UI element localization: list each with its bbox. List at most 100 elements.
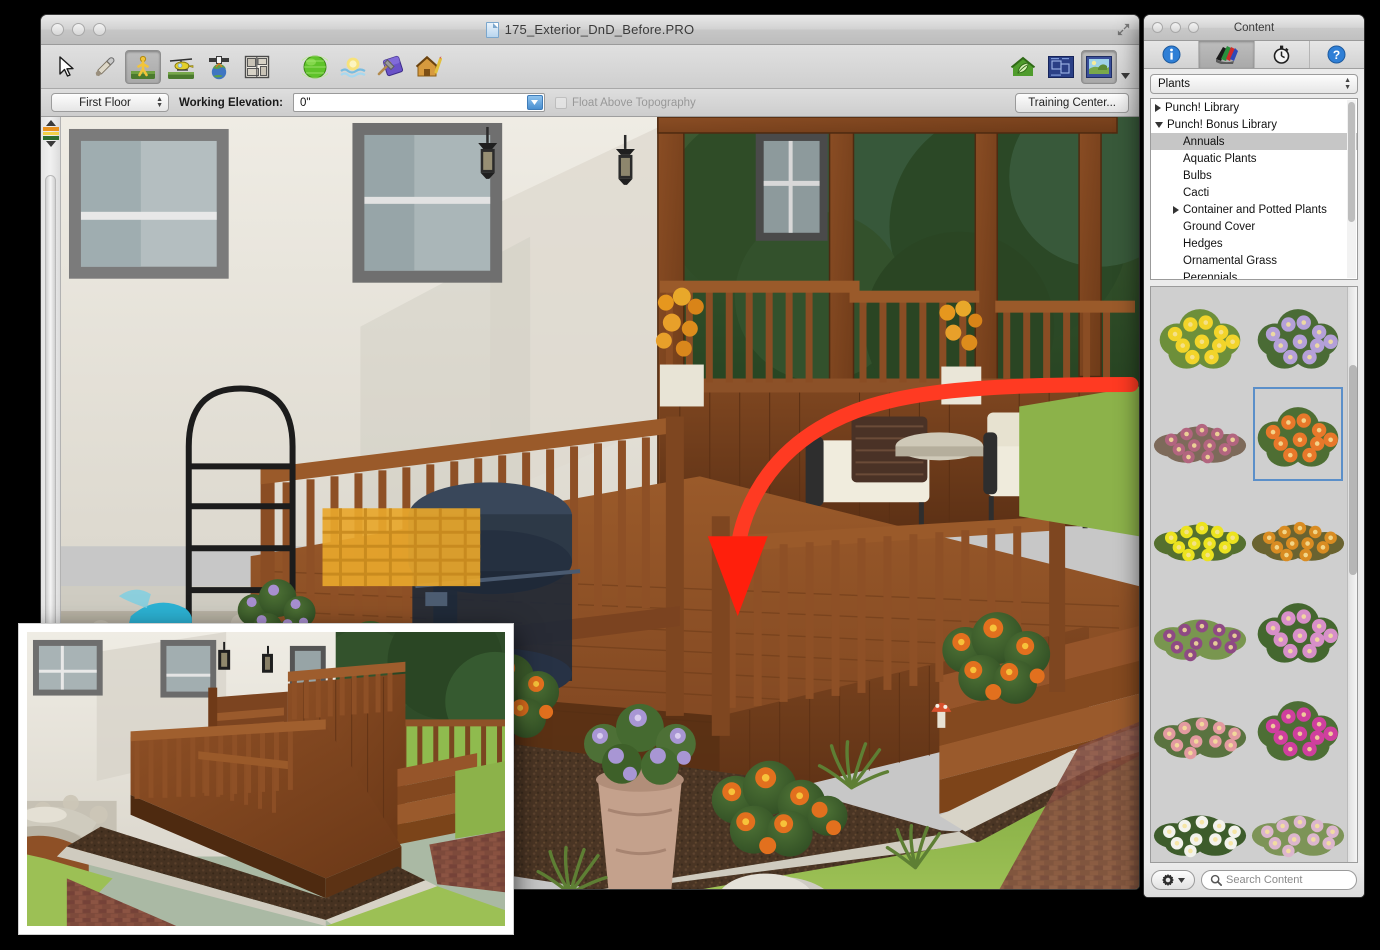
plant-thumb-mauve-groundcover[interactable] <box>1151 385 1249 483</box>
blueprint-view[interactable] <box>1043 50 1079 84</box>
tree-item-container-and-potted-plants[interactable]: Container and Potted Plants <box>1151 201 1357 218</box>
elevation-dropdown-button[interactable] <box>527 95 543 110</box>
plant-thumb-orange-mound[interactable] <box>1249 483 1347 581</box>
green-globe-icon <box>302 54 328 80</box>
palette-icon <box>1213 45 1239 64</box>
window-controls[interactable] <box>51 23 106 36</box>
green-leaf-house-icon <box>1009 54 1037 80</box>
floorplan-view[interactable] <box>239 50 275 84</box>
plant-thumb-purple-leafy[interactable] <box>1151 581 1249 679</box>
triangle-down-icon[interactable] <box>46 141 56 147</box>
walkthrough-view[interactable] <box>125 50 161 84</box>
view-mode-overflow[interactable] <box>1119 50 1131 84</box>
working-elevation-label: Working Elevation: <box>179 97 283 109</box>
satellite-view[interactable] <box>201 50 237 84</box>
help-icon: ? <box>1327 45 1346 64</box>
sun-water-icon <box>339 54 367 80</box>
detail-preview-render <box>27 632 505 926</box>
stepper-icon: ▲▼ <box>1344 78 1351 91</box>
floorplan-icon <box>244 55 270 79</box>
plant-thumb-pink-impatiens[interactable] <box>1249 581 1347 679</box>
tree-item-perennials[interactable]: Perennials <box>1151 269 1357 280</box>
tab-info[interactable] <box>1144 41 1199 68</box>
materials-tool[interactable] <box>373 50 409 84</box>
category-popup-row: Plants ▲▼ <box>1144 69 1364 98</box>
tab-content[interactable] <box>1199 41 1254 68</box>
gear-icon <box>1161 873 1175 887</box>
floor-popup[interactable]: First Floor ▲▼ <box>51 93 169 112</box>
fullscreen-icon[interactable] <box>1116 22 1131 37</box>
site-globe-tool[interactable] <box>297 50 333 84</box>
aerial-view[interactable] <box>163 50 199 84</box>
triangle-up-icon[interactable] <box>46 120 56 126</box>
layer-bar-orange <box>43 127 59 131</box>
category-popup[interactable]: Plants ▲▼ <box>1150 74 1358 94</box>
tree-item-bulbs[interactable]: Bulbs <box>1151 167 1357 184</box>
layer-bar-yellow <box>43 132 59 135</box>
tree-item-aquatic-plants[interactable]: Aquatic Plants <box>1151 150 1357 167</box>
layer-elevation-widget[interactable] <box>43 119 59 148</box>
plant-thumb-white-trailing[interactable] <box>1151 777 1249 863</box>
search-content-field[interactable]: Search Content <box>1201 870 1357 890</box>
close-button[interactable] <box>51 23 64 36</box>
tab-help[interactable]: ? <box>1310 41 1364 68</box>
tree-item-label: Punch! Bonus Library <box>1167 119 1277 131</box>
sun-water-tool[interactable] <box>335 50 371 84</box>
plant-thumbnail-image <box>1250 591 1346 669</box>
content-zoom-button[interactable] <box>1188 22 1199 33</box>
house-edit-tool[interactable] <box>411 50 447 84</box>
pointer-tool[interactable] <box>49 50 85 84</box>
eyedropper-tool[interactable] <box>87 50 123 84</box>
plant-thumb-rose-variegated[interactable] <box>1151 679 1249 777</box>
search-icon <box>1210 874 1222 886</box>
thumbnail-scrollbar[interactable] <box>1347 287 1357 862</box>
plant-thumb-pale-pink-spread[interactable] <box>1249 777 1347 863</box>
rendered-3d-view[interactable] <box>1081 50 1117 84</box>
content-window-controls[interactable] <box>1152 22 1199 33</box>
plant-thumbnail-image <box>1152 787 1248 863</box>
tree-item-cacti[interactable]: Cacti <box>1151 184 1357 201</box>
window-title: 175_Exterior_DnD_Before.PRO <box>486 22 695 38</box>
tab-history[interactable] <box>1255 41 1310 68</box>
thumbnail-browser[interactable] <box>1150 286 1358 863</box>
library-tree[interactable]: Punch! Library Punch! Bonus Library Annual… <box>1150 98 1358 280</box>
plant-thumbnail-image <box>1152 297 1248 375</box>
plant-thumb-orange-gazania[interactable] <box>1249 385 1347 483</box>
content-title: Content <box>1234 22 1274 34</box>
category-popup-label: Plants <box>1158 78 1190 90</box>
tree-item-ground-cover[interactable]: Ground Cover <box>1151 218 1357 235</box>
plant-thumbnail-image <box>1250 395 1346 473</box>
tree-item-punch-bonus-library[interactable]: Punch! Bonus Library <box>1151 116 1357 133</box>
tree-item-label: Ornamental Grass <box>1183 255 1277 267</box>
lattice-panel <box>323 508 481 586</box>
content-close-button[interactable] <box>1152 22 1163 33</box>
tree-item-ornamental-grass[interactable]: Ornamental Grass <box>1151 252 1357 269</box>
disclosure-triangle-collapsed-icon[interactable] <box>1155 104 1161 112</box>
tree-scrollbar[interactable] <box>1347 100 1356 278</box>
content-actions-button[interactable] <box>1151 870 1195 890</box>
plant-thumb-yellow-mound[interactable] <box>1151 483 1249 581</box>
tree-item-label: Hedges <box>1183 238 1223 250</box>
working-elevation-input[interactable]: 0" <box>293 93 545 112</box>
content-minimize-button[interactable] <box>1170 22 1181 33</box>
plant-thumbnail-image <box>1152 689 1248 767</box>
plant-thumb-magenta-impatiens[interactable] <box>1249 679 1347 777</box>
minimize-button[interactable] <box>72 23 85 36</box>
stepper-icon: ▲▼ <box>156 97 163 109</box>
tree-item-punch-library[interactable]: Punch! Library <box>1151 99 1357 116</box>
disclosure-triangle-expanded-icon[interactable] <box>1155 122 1163 128</box>
tree-item-hedges[interactable]: Hedges <box>1151 235 1357 252</box>
arrow-cursor-icon <box>56 55 78 79</box>
eco-house-view[interactable] <box>1005 50 1041 84</box>
plant-thumb-yellow-leafy[interactable] <box>1151 287 1249 385</box>
content-palette-window: Content <box>1143 14 1365 898</box>
disclosure-triangle-collapsed-icon[interactable] <box>1173 206 1179 214</box>
tree-item-annuals[interactable]: Annuals <box>1151 133 1357 150</box>
zoom-button[interactable] <box>93 23 106 36</box>
plant-thumbnail-image <box>1250 787 1346 863</box>
plant-thumb-lavender-aster[interactable] <box>1249 287 1347 385</box>
working-elevation-value: 0" <box>300 97 310 109</box>
chevron-down-icon <box>531 100 538 105</box>
detail-preview-window[interactable] <box>18 623 514 935</box>
training-center-button[interactable]: Training Center... <box>1015 93 1129 113</box>
